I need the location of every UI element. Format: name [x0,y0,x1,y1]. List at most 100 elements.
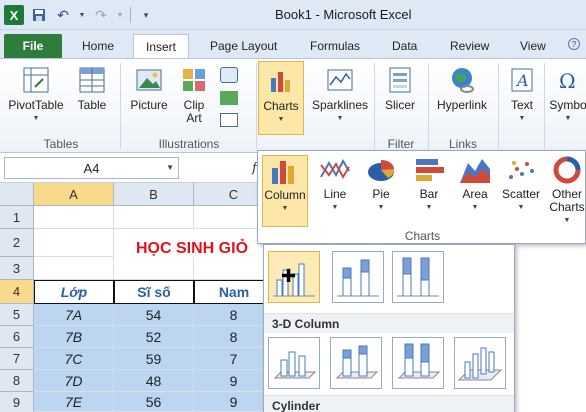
table-cell[interactable]: 7E [34,392,114,412]
tab-review[interactable]: Review [438,34,501,58]
table-cell[interactable]: 48 [114,370,194,392]
omega-icon: Ω [559,69,576,93]
row-header[interactable]: 5 [0,304,34,326]
pivottable-icon [23,67,49,93]
table-cell[interactable]: 8 [194,326,274,348]
smartart-icon[interactable] [220,91,238,105]
picture-label: Picture [130,98,168,112]
table-cell[interactable]: 56 [114,392,194,412]
table-cell[interactable]: 7A [34,304,114,326]
table-cell[interactable]: 7D [34,370,114,392]
100-stacked-column-icon [397,257,439,297]
cell[interactable] [194,257,274,280]
clip-art-button[interactable]: Clip Art [176,65,212,125]
scatter-chart-button[interactable]: Scatter ▼ [498,155,544,227]
table-cell[interactable]: 8 [194,304,274,326]
table-cell[interactable]: 9 [194,392,274,412]
clustered-column-thumb[interactable]: ✚ [268,251,320,303]
picture-icon [136,69,162,91]
3d-column-section-header: 3-D Column [264,313,514,333]
charts-label-2: Charts [549,200,585,214]
tab-home[interactable]: Home [70,34,126,58]
undo-dropdown-icon[interactable]: ▼ [78,6,86,24]
illustrations-group-label: Illustrations [158,137,220,151]
cell[interactable] [34,229,114,257]
help-icon[interactable]: ? [568,38,580,50]
sparklines-button[interactable]: Sparklines ▼ [308,65,372,125]
customize-qat-icon[interactable]: ▾ [137,6,155,24]
row-header[interactable]: 2 [0,229,34,257]
sparklines-label: Sparklines [311,98,369,112]
100-stacked-column-thumb[interactable] [392,251,444,303]
text-button[interactable]: A Text ▼ [502,65,542,125]
table-cell[interactable]: 7 [194,348,274,370]
header-cell-count[interactable]: Sĩ số [114,280,194,304]
row-header[interactable]: 1 [0,206,34,229]
3d-100-stacked-column-thumb[interactable] [392,337,444,389]
other-charts-button[interactable]: Other Charts ▼ [544,155,586,227]
select-all-corner[interactable] [0,183,34,206]
ribbon: PivotTable ▼ Table Tables Picture Clip A… [0,58,586,153]
table-cell[interactable]: 54 [114,304,194,326]
redo-dropdown-icon[interactable]: ▼ [116,6,124,24]
stacked-column-thumb[interactable] [332,251,384,303]
group-separator [544,63,545,149]
header-cell-male[interactable]: Nam [194,280,274,304]
chevron-down-icon: ▼ [331,204,339,211]
row-header[interactable]: 6 [0,326,34,348]
cell[interactable] [34,257,114,280]
cell[interactable] [114,257,194,280]
column-header-a[interactable]: A [34,183,114,206]
table-icon [79,67,105,93]
tab-page-layout[interactable]: Page Layout [198,34,289,58]
column-chart-button[interactable]: Column ▼ [262,155,308,227]
redo-icon[interactable]: ↷ [92,6,110,24]
tab-data[interactable]: Data [380,34,429,58]
table-cell[interactable]: 52 [114,326,194,348]
cell[interactable] [34,206,114,229]
bar-chart-button[interactable]: Bar ▼ [406,155,452,227]
tab-formulas[interactable]: Formulas [298,34,372,58]
charts-button[interactable]: Charts ▼ [258,61,304,135]
symbols-label: Symbo [549,98,586,112]
table-cell[interactable]: 59 [114,348,194,370]
save-icon[interactable] [30,6,48,24]
excel-logo-icon[interactable]: X [4,5,24,25]
header-cell-class[interactable]: Lớp [34,280,114,304]
line-chart-icon [320,158,350,180]
table-cell[interactable]: 7C [34,348,114,370]
name-box[interactable]: A4 ▼ [4,157,179,179]
hyperlink-button[interactable]: Hyperlink [432,65,492,112]
area-chart-button[interactable]: Area ▼ [452,155,498,227]
cell[interactable] [114,206,194,229]
pie-chart-button[interactable]: Pie ▼ [358,155,404,227]
picture-button[interactable]: Picture [126,65,172,112]
column-header-b[interactable]: B [114,183,194,206]
3d-column-thumb[interactable] [454,337,506,389]
pie-chart-icon [368,160,395,181]
slicer-button[interactable]: Slicer [380,65,420,112]
3d-stacked-column-thumb[interactable] [330,337,382,389]
symbols-button[interactable]: Ω Symbo ▼ [548,65,586,125]
tab-file[interactable]: File [4,34,62,58]
table-button[interactable]: Table [72,65,112,112]
3d-clustered-column-thumb[interactable] [268,337,320,389]
undo-icon[interactable]: ↶ [54,6,72,24]
screenshot-icon[interactable] [220,113,238,127]
row-header[interactable]: 8 [0,370,34,392]
shapes-icon[interactable] [220,67,238,83]
charts-group-label: Charts [404,229,441,243]
row-header[interactable]: 3 [0,257,34,280]
line-chart-button[interactable]: Line ▼ [312,155,358,227]
table-cell[interactable]: 9 [194,370,274,392]
sheet-title[interactable]: HỌC SINH GIỎ [136,240,248,258]
table-cell[interactable]: 7B [34,326,114,348]
tab-view[interactable]: View [508,34,558,58]
chevron-down-icon: ▼ [377,204,385,211]
tab-insert[interactable]: Insert [133,34,190,59]
pivottable-button[interactable]: PivotTable ▼ [6,65,66,125]
row-header[interactable]: 4 [0,280,34,304]
tables-group-label: Tables [43,137,79,151]
row-header[interactable]: 9 [0,392,34,412]
row-header[interactable]: 7 [0,348,34,370]
